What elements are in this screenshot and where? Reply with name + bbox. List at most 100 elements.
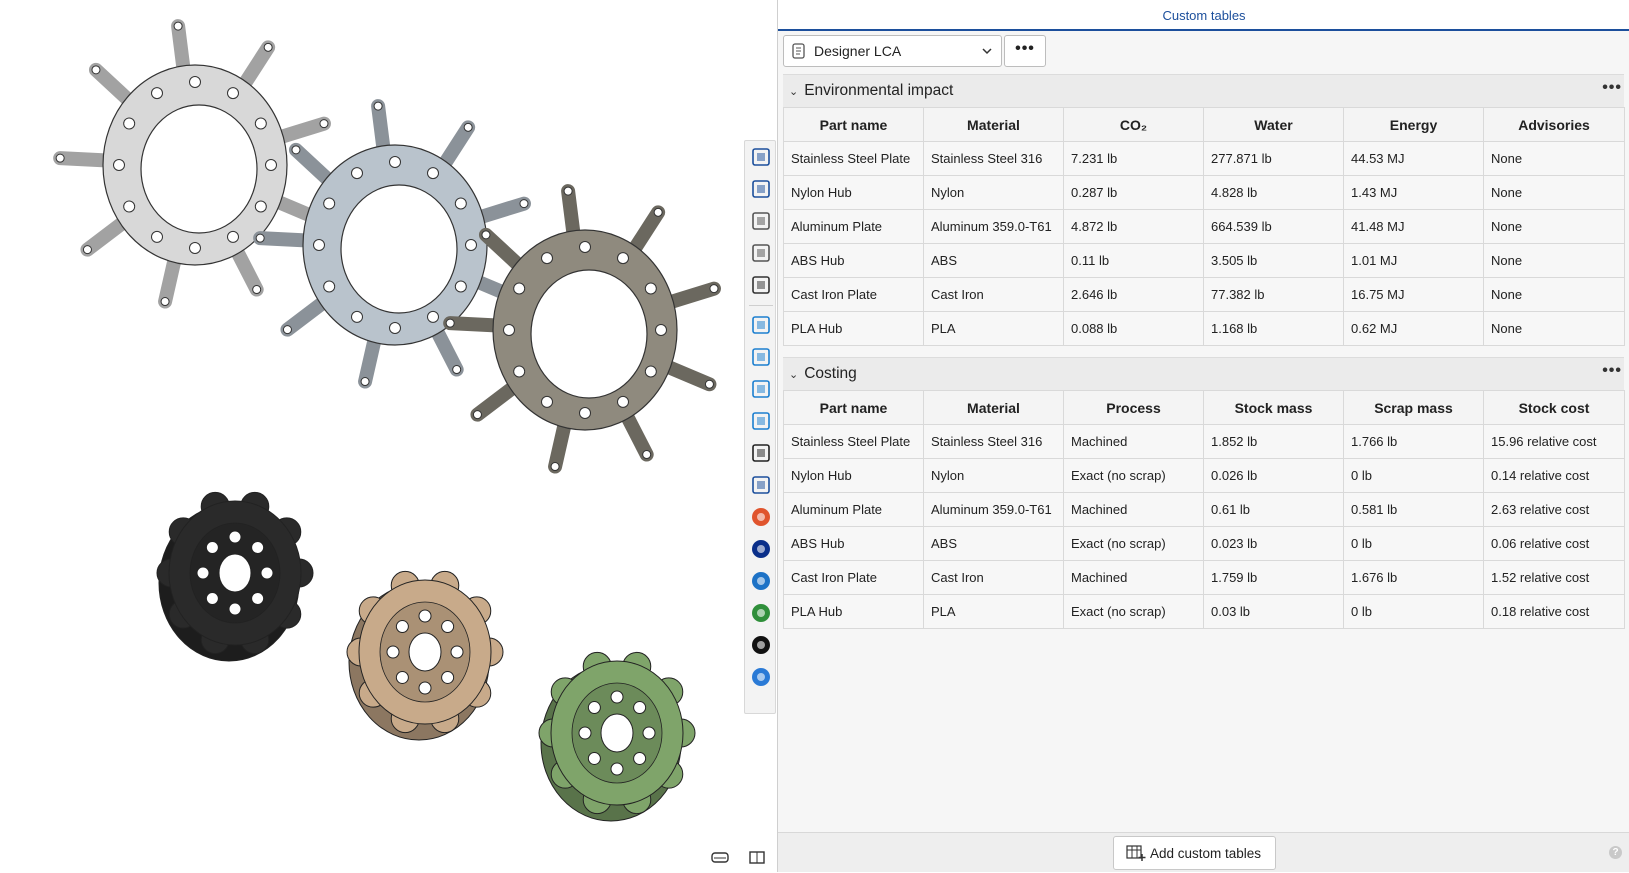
column-header[interactable]: Material: [923, 390, 1064, 425]
table-cell: Machined: [1063, 560, 1204, 595]
color-wheel-icon[interactable]: [749, 505, 773, 529]
table-cell: 664.539 lb: [1203, 209, 1344, 244]
column-header[interactable]: Process: [1063, 390, 1204, 425]
board-icon[interactable]: [749, 569, 773, 593]
table-cell: ABS: [923, 526, 1064, 561]
nylon-hub-model[interactable]: [346, 570, 504, 741]
stainless-steel-plate-model[interactable]: [53, 19, 331, 309]
add-custom-tables-label: Add custom tables: [1150, 845, 1262, 861]
section-more-button[interactable]: •••: [1602, 79, 1622, 97]
analysis-icon[interactable]: [749, 537, 773, 561]
table-cell: PLA: [923, 311, 1064, 346]
dark-app-icon[interactable]: [749, 633, 773, 657]
table-cell: ABS Hub: [783, 526, 924, 561]
column-header[interactable]: Water: [1203, 107, 1344, 142]
abs-hub-model[interactable]: [156, 491, 314, 662]
table-row[interactable]: Stainless Steel Plate Stainless Steel 316…: [783, 424, 1625, 459]
inspect-icon[interactable]: [749, 473, 773, 497]
table-cell: ABS Hub: [783, 243, 924, 278]
render-icon[interactable]: [749, 241, 773, 265]
environmental-impact-header[interactable]: ⌄ Environmental impact •••: [783, 74, 1624, 107]
table-cell: None: [1483, 311, 1625, 346]
cast-iron-plate-model[interactable]: [443, 184, 721, 474]
table-cell: 2.63 relative cost: [1483, 492, 1625, 527]
table-cell: None: [1483, 277, 1625, 312]
column-header[interactable]: Stock cost: [1483, 390, 1625, 425]
table-cell: Nylon: [923, 175, 1064, 210]
table-cell: None: [1483, 209, 1625, 244]
environmental-impact-table: Part name Material CO₂ Water Energy Advisorie…: [783, 107, 1625, 346]
table-cell: 41.48 MJ: [1343, 209, 1484, 244]
assembly-icon[interactable]: [749, 209, 773, 233]
costing-header[interactable]: ⌄ Costing •••: [783, 357, 1624, 390]
table-cell: 277.871 lb: [1203, 141, 1344, 176]
calendar-icon[interactable]: [749, 409, 773, 433]
table-cell: 1.676 lb: [1343, 560, 1484, 595]
table-cell: 44.53 MJ: [1343, 141, 1484, 176]
column-header[interactable]: Energy: [1343, 107, 1484, 142]
table-cell: Machined: [1063, 424, 1204, 459]
table-set-value: Designer LCA: [814, 43, 902, 59]
column-header[interactable]: CO₂: [1063, 107, 1204, 142]
table-cell: Nylon: [923, 458, 1064, 493]
blue-app-icon[interactable]: [749, 665, 773, 689]
table-row[interactable]: Nylon Hub Nylon Exact (no scrap) 0.026 lb 0 …: [783, 458, 1625, 493]
table-row[interactable]: Aluminum Plate Aluminum 359.0-T61 Machined…: [783, 492, 1625, 527]
documents-icon[interactable]: [749, 377, 773, 401]
table-row[interactable]: ABS Hub ABS 0.11 lb 3.505 lb 1.01 MJ None: [783, 243, 1625, 278]
costing-section: ⌄ Costing ••• Part name Material Process St…: [783, 357, 1625, 629]
panel-footer: Add custom tables ?: [778, 832, 1629, 872]
table-row[interactable]: Stainless Steel Plate Stainless Steel 316…: [783, 141, 1625, 176]
table-row[interactable]: Aluminum Plate Aluminum 359.0-T61 4.872 lb…: [783, 209, 1625, 244]
section-title: Costing: [804, 365, 857, 382]
learning-icon[interactable]: [749, 441, 773, 465]
collapse-caret-icon[interactable]: ⌄: [789, 368, 798, 381]
table-cell: 4.828 lb: [1203, 175, 1344, 210]
table-row[interactable]: PLA Hub PLA Exact (no scrap) 0.03 lb 0 lb 0.1…: [783, 594, 1625, 629]
column-header[interactable]: Part name: [783, 390, 924, 425]
variables-icon[interactable]: [749, 273, 773, 297]
table-cell: 1.852 lb: [1203, 424, 1344, 459]
globe-icon[interactable]: [749, 601, 773, 625]
section-more-button[interactable]: •••: [1602, 362, 1622, 380]
table-cell: Nylon Hub: [783, 175, 924, 210]
table-cell: 2.646 lb: [1063, 277, 1204, 312]
table-row[interactable]: ABS Hub ABS Exact (no scrap) 0.023 lb 0 lb 0.…: [783, 526, 1625, 561]
bom-icon[interactable]: [749, 345, 773, 369]
help-icon[interactable]: ?: [1609, 846, 1622, 859]
parts-icon[interactable]: [749, 177, 773, 201]
table-cell: Exact (no scrap): [1063, 594, 1204, 629]
section-view-icon[interactable]: [711, 852, 729, 863]
collapse-caret-icon[interactable]: ⌄: [789, 85, 798, 98]
table-row[interactable]: Cast Iron Plate Cast Iron 2.646 lb 77.382 l…: [783, 277, 1625, 312]
pla-hub-model[interactable]: [538, 651, 696, 822]
column-header[interactable]: Scrap mass: [1343, 390, 1484, 425]
table-cell: 77.382 lb: [1203, 277, 1344, 312]
table-cell: Exact (no scrap): [1063, 458, 1204, 493]
table-row[interactable]: Nylon Hub Nylon 0.287 lb 4.828 lb 1.43 MJ Non…: [783, 175, 1625, 210]
graphics-area[interactable]: [0, 0, 744, 872]
parts-render: [53, 19, 721, 822]
table-row[interactable]: Cast Iron Plate Cast Iron Machined 1.759 lb…: [783, 560, 1625, 595]
table-cell: 0.03 lb: [1203, 594, 1344, 629]
table-cell: PLA Hub: [783, 311, 924, 346]
table-cell: Stainless Steel Plate: [783, 424, 924, 459]
right-panel-toolbar: [744, 140, 776, 714]
table-set-dropdown[interactable]: Designer LCA: [783, 35, 1002, 67]
add-custom-tables-button[interactable]: Add custom tables: [1113, 836, 1276, 870]
table-cell: Cast Iron Plate: [783, 277, 924, 312]
column-header[interactable]: Part name: [783, 107, 924, 142]
table-row[interactable]: PLA Hub PLA 0.088 lb 1.168 lb 0.62 MJ None: [783, 311, 1625, 346]
table-cell: 0 lb: [1343, 594, 1484, 629]
column-header[interactable]: Stock mass: [1203, 390, 1344, 425]
measure-icon[interactable]: [749, 851, 765, 864]
chevron-down-icon: [982, 48, 992, 55]
list-icon[interactable]: [749, 313, 773, 337]
appearance-icon[interactable]: [749, 145, 773, 169]
column-header[interactable]: Material: [923, 107, 1064, 142]
table-cell: Aluminum Plate: [783, 492, 924, 527]
column-header[interactable]: Advisories: [1483, 107, 1625, 142]
table-cell: Stainless Steel 316: [923, 424, 1064, 459]
table-set-more-button[interactable]: •••: [1004, 35, 1046, 67]
table-cell: 1.168 lb: [1203, 311, 1344, 346]
